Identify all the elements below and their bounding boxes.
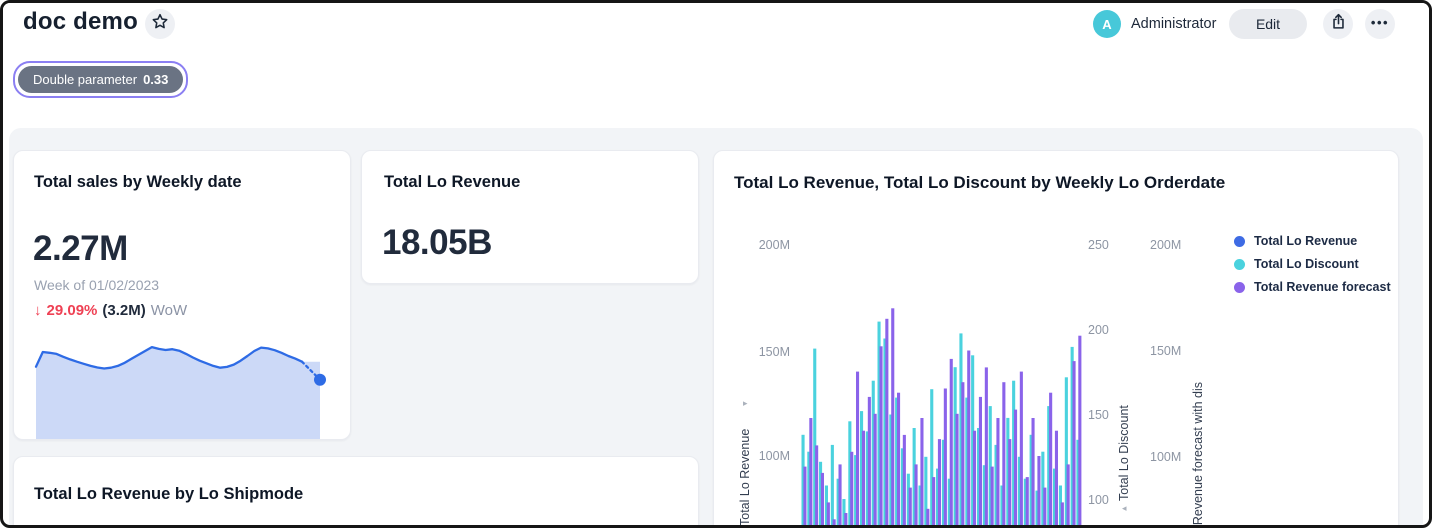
forecast-axis-label: Total Revenue forecast with dis bbox=[1191, 345, 1205, 528]
legend-dot-icon bbox=[1234, 236, 1245, 247]
left-axis-label: Total Lo Revenue bbox=[738, 411, 752, 526]
card-title: Total Lo Revenue by Lo Shipmode bbox=[34, 485, 303, 504]
dashboard-window: doc demo A Administrator Edit ••• Double… bbox=[0, 0, 1432, 528]
left-axis-tick: 200M bbox=[754, 238, 790, 252]
share-button[interactable] bbox=[1323, 9, 1353, 39]
double-parameter-control[interactable]: Double parameter 0.33 bbox=[13, 61, 188, 98]
parameter-label: Double parameter bbox=[33, 72, 137, 87]
sales-sparkline-chart[interactable] bbox=[32, 341, 328, 440]
discount-axis-tick: 100 bbox=[1088, 493, 1109, 507]
share-icon bbox=[1330, 13, 1347, 35]
edit-button[interactable]: Edit bbox=[1229, 9, 1307, 39]
legend-dot-icon bbox=[1234, 259, 1245, 270]
ellipsis-icon: ••• bbox=[1371, 15, 1389, 30]
left-axis-tick: 100M bbox=[754, 449, 790, 463]
favorite-button[interactable] bbox=[145, 9, 175, 39]
forecast-axis-tick: 200M bbox=[1150, 238, 1181, 252]
card-revenue-by-shipmode: Total Lo Revenue by Lo Shipmode bbox=[13, 456, 699, 528]
left-axis-tick: 150M bbox=[754, 345, 790, 359]
legend-dot-icon bbox=[1234, 282, 1245, 293]
kpi-subtitle: Week of 01/02/2023 bbox=[34, 277, 159, 293]
card-total-lo-revenue: Total Lo Revenue 18.05B bbox=[361, 150, 699, 284]
combo-bar-chart[interactable] bbox=[799, 229, 1084, 528]
card-title: Total Lo Revenue bbox=[384, 173, 520, 192]
discount-axis-tick: 150 bbox=[1088, 408, 1109, 422]
kpi-delta: ↓ 29.09% (3.2M) WoW bbox=[34, 302, 187, 319]
forecast-axis-tick: 150M bbox=[1150, 344, 1181, 358]
parameter-value: 0.33 bbox=[143, 72, 168, 87]
more-button[interactable]: ••• bbox=[1365, 9, 1395, 39]
avatar[interactable]: A bbox=[1093, 10, 1121, 38]
card-total-sales: Total sales by Weekly date 2.27M Week of… bbox=[13, 150, 351, 440]
discount-axis-tick: 250 bbox=[1088, 238, 1109, 252]
arrow-down-icon: ↓ bbox=[34, 302, 42, 319]
kpi-value: 18.05B bbox=[382, 223, 492, 263]
page-title: doc demo bbox=[23, 8, 138, 36]
chart-legend: Total Lo Revenue Total Lo Discount Total… bbox=[1234, 234, 1391, 294]
axis-expand-right-icon[interactable]: ▸ bbox=[743, 398, 748, 409]
star-icon bbox=[150, 12, 170, 37]
legend-item-discount[interactable]: Total Lo Discount bbox=[1234, 257, 1391, 271]
card-revenue-discount-chart: Total Lo Revenue, Total Lo Discount by W… bbox=[713, 150, 1399, 528]
axis-expand-left-icon[interactable]: ◂ bbox=[1122, 503, 1127, 514]
user-name: Administrator bbox=[1131, 16, 1216, 32]
delta-percent: 29.09% bbox=[47, 302, 98, 319]
legend-item-revenue[interactable]: Total Lo Revenue bbox=[1234, 234, 1391, 248]
discount-axis-label: Total Lo Discount bbox=[1117, 399, 1131, 501]
delta-suffix: WoW bbox=[151, 302, 187, 319]
forecast-axis-tick: 100M bbox=[1150, 450, 1181, 464]
legend-item-forecast[interactable]: Total Revenue forecast bbox=[1234, 280, 1391, 294]
kpi-value: 2.27M bbox=[33, 229, 128, 269]
delta-absolute: (3.2M) bbox=[102, 302, 145, 319]
card-title: Total sales by Weekly date bbox=[34, 173, 242, 192]
header-bar: doc demo A Administrator Edit ••• Double… bbox=[3, 3, 1429, 128]
discount-axis-tick: 200 bbox=[1088, 323, 1109, 337]
card-title: Total Lo Revenue, Total Lo Discount by W… bbox=[734, 173, 1225, 193]
